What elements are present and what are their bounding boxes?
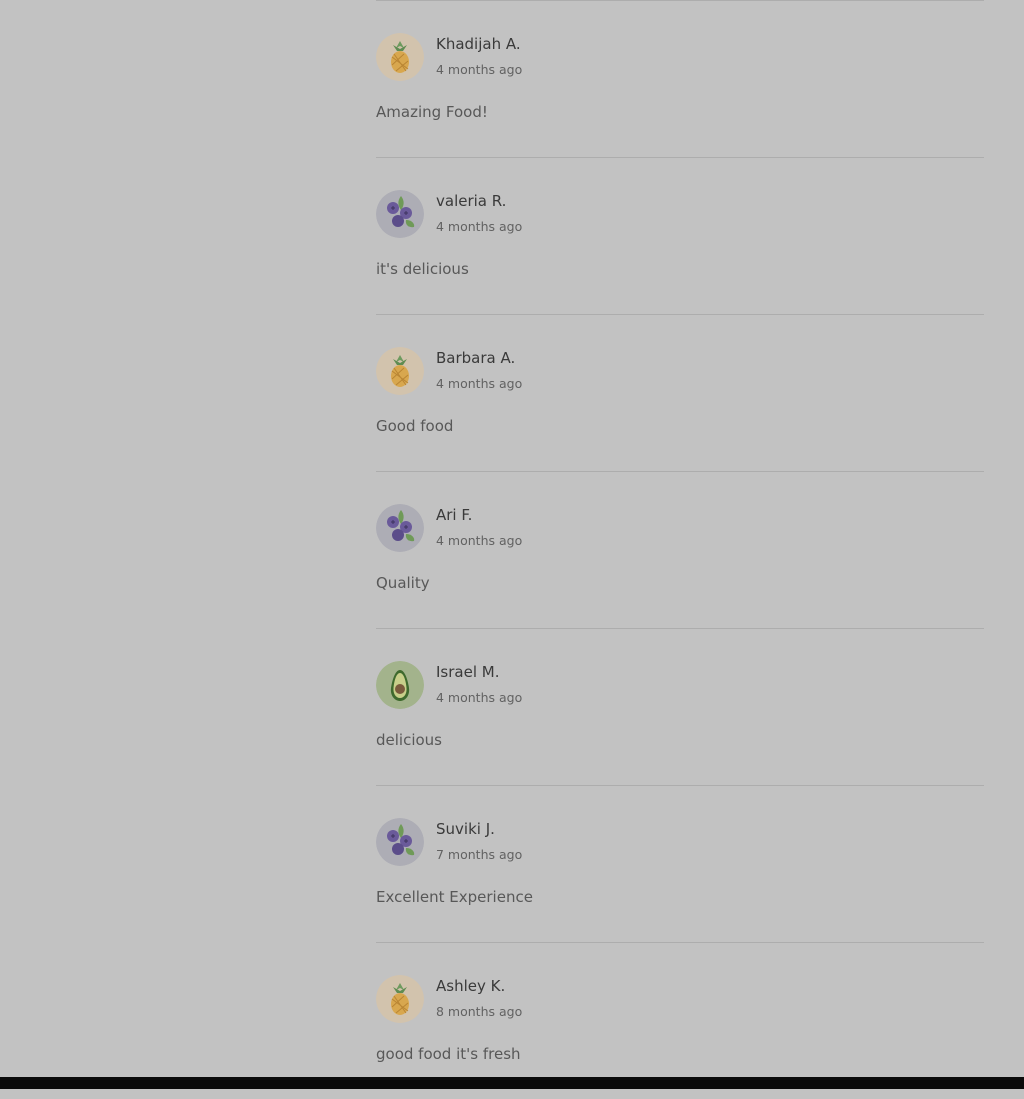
review-item: Khadijah A. 4 months ago Amazing Food!: [376, 1, 984, 158]
review-text: Good food: [376, 417, 454, 435]
blueberry-icon: [376, 818, 424, 866]
blueberry-icon: [376, 504, 424, 552]
pineapple-icon: [376, 347, 424, 395]
reviewer-name: Ari F.: [436, 506, 473, 524]
review-time: 8 months ago: [436, 1004, 523, 1019]
reviewer-name: Suviki J.: [436, 820, 495, 838]
pineapple-icon: [376, 33, 424, 81]
review-text: it's delicious: [376, 260, 469, 278]
review-time: 4 months ago: [436, 219, 523, 234]
review-time: 4 months ago: [436, 376, 523, 391]
reviewer-name: Khadijah A.: [436, 35, 521, 53]
review-item: Israel M. 4 months ago delicious: [376, 629, 984, 786]
review-text: delicious: [376, 731, 442, 749]
review-time: 4 months ago: [436, 690, 523, 705]
reviewer-name: Ashley K.: [436, 977, 506, 995]
review-text: Quality: [376, 574, 430, 592]
review-time: 7 months ago: [436, 847, 523, 862]
review-time: 4 months ago: [436, 62, 523, 77]
review-item: valeria R. 4 months ago it's delicious: [376, 158, 984, 315]
review-time: 4 months ago: [436, 533, 523, 548]
pineapple-icon: [376, 975, 424, 1023]
review-text: Excellent Experience: [376, 888, 533, 906]
bottom-bar: [0, 1077, 1024, 1089]
avocado-icon: [376, 661, 424, 709]
review-item: Ari F. 4 months ago Quality: [376, 472, 984, 629]
review-text: Amazing Food!: [376, 103, 488, 121]
reviewer-name: Barbara A.: [436, 349, 516, 367]
reviewer-name: Israel M.: [436, 663, 500, 681]
blueberry-icon: [376, 190, 424, 238]
review-item: Ashley K. 8 months ago good food it's fr…: [376, 943, 984, 1099]
review-item: Barbara A. 4 months ago Good food: [376, 315, 984, 472]
review-text: good food it's fresh: [376, 1045, 521, 1063]
reviews-list: Khadijah A. 4 months ago Amazing Food! v…: [376, 0, 984, 1099]
review-item: Suviki J. 7 months ago Excellent Experie…: [376, 786, 984, 943]
reviewer-name: valeria R.: [436, 192, 507, 210]
